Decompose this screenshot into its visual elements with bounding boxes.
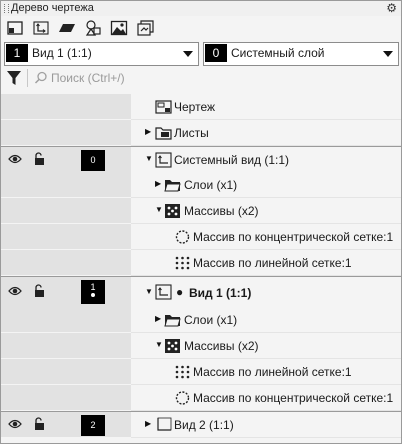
tree-item-label: Слои (x1) — [184, 313, 238, 327]
eye-icon[interactable] — [8, 418, 22, 430]
layers-folder-icon — [164, 180, 181, 192]
tree-item-label: Массив по концентрической сетке:1 — [193, 391, 394, 405]
gear-icon[interactable]: ⚙ — [386, 1, 397, 15]
chevron-down-icon[interactable] — [383, 51, 393, 57]
collapse-icon[interactable]: ▼ — [155, 206, 163, 214]
view-number: 1 — [90, 282, 96, 292]
layer-number-badge: 0 — [205, 44, 227, 62]
tree-item-label: Вид 2 (1:1) — [174, 418, 234, 432]
tree-row-linear-array[interactable]: Массив по линейной сетке:1 — [1, 359, 401, 385]
tree-row-concentric-array[interactable]: Массив по концентрической сетке:1 — [1, 224, 401, 250]
tree-item-label: Листы — [174, 126, 209, 140]
coordinate-system-icon — [33, 21, 49, 35]
image-icon — [110, 20, 128, 36]
view-icon — [155, 152, 172, 168]
lock-open-icon[interactable] — [33, 417, 45, 431]
view-selector-label: Вид 1 (1:1) — [32, 46, 92, 60]
chevron-down-icon[interactable] — [183, 51, 193, 57]
macro-button[interactable] — [136, 19, 154, 37]
tree-row-drawing[interactable]: Чертеж — [1, 94, 401, 120]
tree-item-label: Чертеж — [174, 100, 216, 114]
tree-item-label: Массив по линейной сетке:1 — [193, 256, 352, 270]
drawing-icon — [155, 100, 172, 114]
active-view-bullet: ● — [176, 285, 184, 299]
collapse-icon[interactable]: ▼ — [155, 341, 163, 349]
view-icon — [157, 417, 172, 431]
view-icon — [155, 284, 172, 300]
tree-item-label: Массивы (x2) — [184, 339, 259, 353]
view-number-badge: 1 — [81, 280, 105, 304]
tree-row-sheets[interactable]: ▶ Листы — [1, 120, 401, 146]
macro-icon — [137, 20, 154, 36]
expand-icon[interactable]: ▶ — [155, 180, 163, 188]
tree-row-system-view[interactable]: 0 ▼ Системный вид (1:1) — [1, 146, 401, 173]
view-number-badge: 0 — [81, 150, 105, 171]
selector-bar: 1 Вид 1 (1:1) 0 Системный слой — [1, 40, 401, 66]
lock-open-icon[interactable] — [33, 284, 45, 298]
tree-item-label: Системный вид (1:1) — [174, 153, 290, 167]
tree-row-layers[interactable]: ▶ Слои (x1) — [1, 307, 401, 333]
search-icon — [34, 71, 47, 84]
expand-icon[interactable]: ▶ — [145, 420, 153, 428]
collapse-icon[interactable]: ▼ — [145, 155, 153, 163]
linear-array-icon — [175, 256, 190, 270]
layer-selector-label: Системный слой — [231, 46, 325, 60]
tree-item-label: Массив по концентрической сетке:1 — [193, 230, 394, 244]
panel-grip[interactable] — [4, 4, 9, 13]
filter-bar: Поиск (Ctrl+/) — [1, 66, 401, 90]
search-input[interactable]: Поиск (Ctrl+/) — [31, 68, 399, 88]
shapes-icon — [85, 20, 101, 36]
filter-icon[interactable] — [6, 70, 22, 86]
expand-icon[interactable]: ▶ — [145, 128, 153, 136]
tree-row-view-2[interactable]: 2 ▶ Вид 2 (1:1) — [1, 411, 401, 438]
divider — [27, 69, 28, 87]
tree-item-label: Массивы (x2) — [184, 204, 259, 218]
layer-selector[interactable]: 0 Системный слой — [203, 42, 399, 66]
concentric-array-icon — [175, 230, 190, 244]
layers-folder-icon — [164, 315, 181, 327]
tree-item-label: Вид 1 (1:1) — [189, 286, 252, 300]
drawing-tree-panel: Дерево чертежа ⚙ 1 Вид 1 (1:1) 0 Системн… — [0, 0, 402, 444]
sheets-folder-icon — [155, 127, 172, 140]
view-frame-icon — [7, 21, 23, 35]
view-selector[interactable]: 1 Вид 1 (1:1) — [4, 42, 199, 66]
new-view-button[interactable] — [6, 19, 24, 37]
layer-button[interactable] — [58, 19, 76, 37]
tree-item-label: Слои (x1) — [184, 178, 238, 192]
local-cs-button[interactable] — [32, 19, 50, 37]
eye-icon[interactable] — [8, 153, 22, 165]
arrays-icon — [165, 339, 180, 353]
collapse-icon[interactable]: ▼ — [145, 288, 153, 296]
layer-plane-icon — [59, 24, 75, 32]
arrays-icon — [165, 204, 180, 218]
view-number-badge: 1 — [6, 44, 28, 62]
view-number-badge: 2 — [81, 415, 105, 436]
eye-icon[interactable] — [8, 285, 22, 297]
tree-row-view-1[interactable]: 1 ▼ ● Вид 1 (1:1) — [1, 276, 401, 308]
tree-row-layers[interactable]: ▶ Слои (x1) — [1, 172, 401, 198]
tree-row-arrays[interactable]: ▼ Массивы (x2) — [1, 333, 401, 359]
tree-item-label: Массив по линейной сетке:1 — [193, 365, 352, 379]
concentric-array-icon — [175, 391, 190, 405]
shapes-button[interactable] — [84, 19, 102, 37]
expand-icon[interactable]: ▶ — [155, 315, 163, 323]
linear-array-icon — [175, 365, 190, 379]
panel-title: Дерево чертежа — [11, 2, 94, 14]
toolbar — [1, 16, 401, 40]
tree-row-concentric-array[interactable]: Массив по концентрической сетке:1 — [1, 385, 401, 411]
image-button[interactable] — [110, 19, 128, 37]
active-view-dot — [91, 293, 95, 297]
lock-open-icon[interactable] — [33, 152, 45, 166]
search-placeholder: Поиск (Ctrl+/) — [51, 71, 125, 85]
title-bar: Дерево чертежа ⚙ — [1, 1, 401, 16]
tree-row-arrays[interactable]: ▼ Массивы (x2) — [1, 198, 401, 224]
tree-row-linear-array[interactable]: Массив по линейной сетке:1 — [1, 250, 401, 276]
